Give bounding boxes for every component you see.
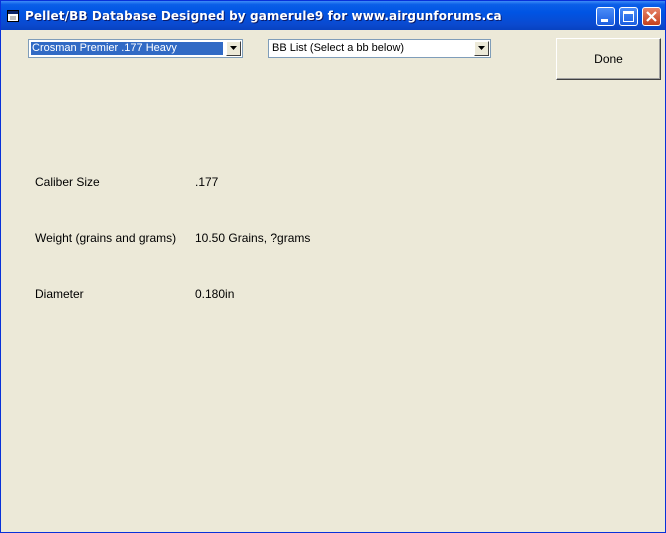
caliber-label: Caliber Size <box>35 175 100 189</box>
maximize-button[interactable] <box>619 7 638 26</box>
done-button[interactable]: Done <box>556 38 661 80</box>
pellet-combo-value: Crosman Premier .177 Heavy <box>31 42 223 55</box>
maximize-icon <box>623 11 634 22</box>
minimize-button[interactable] <box>596 7 615 26</box>
pellet-combo-dropdown-button[interactable] <box>226 41 241 56</box>
chevron-down-icon <box>230 46 237 50</box>
chevron-down-icon <box>478 46 485 50</box>
window-title: Pellet/BB Database Designed by gamerule9… <box>25 9 502 23</box>
pellet-combo[interactable]: Crosman Premier .177 Heavy <box>28 39 243 58</box>
bb-combo-dropdown-button[interactable] <box>474 41 489 56</box>
caliber-value: .177 <box>195 175 219 189</box>
diameter-value: 0.180in <box>195 287 235 301</box>
app-window: Pellet/BB Database Designed by gamerule9… <box>0 0 666 533</box>
bb-combo[interactable]: BB List (Select a bb below) <box>268 39 491 58</box>
close-icon <box>646 11 657 22</box>
close-button[interactable] <box>642 7 661 26</box>
minimize-icon <box>601 19 608 22</box>
diameter-label: Diameter <box>35 287 84 301</box>
weight-label: Weight (grains and grams) <box>35 231 177 245</box>
bb-combo-value: BB List (Select a bb below) <box>272 42 405 54</box>
weight-value: 10.50 Grains, ?grams <box>195 231 311 245</box>
app-icon[interactable] <box>7 10 19 22</box>
title-bar[interactable]: Pellet/BB Database Designed by gamerule9… <box>1 1 665 30</box>
